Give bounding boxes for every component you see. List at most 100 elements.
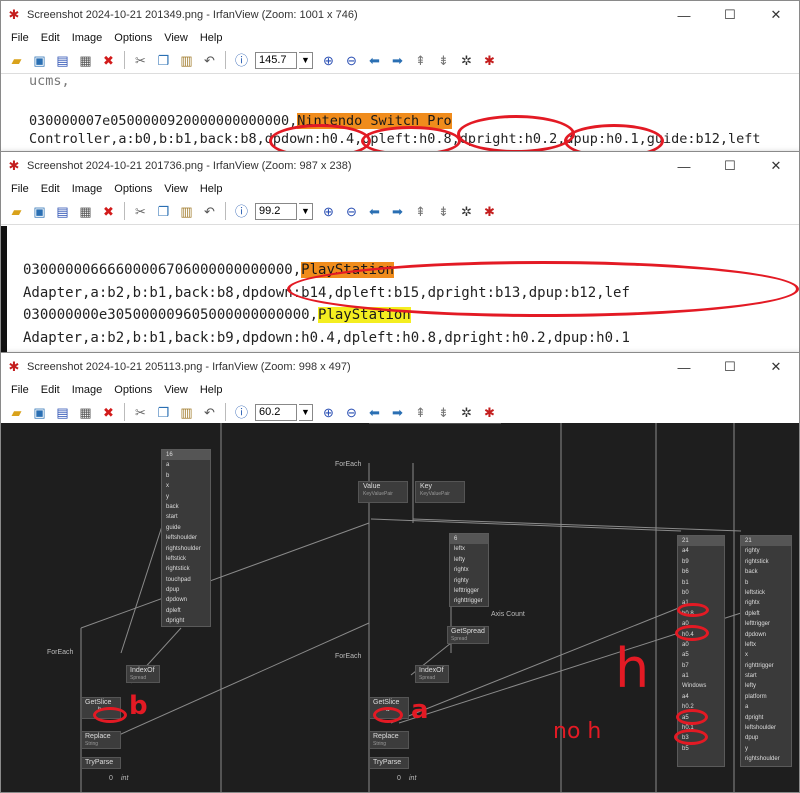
zoom-field[interactable]: 145.7 [255, 51, 297, 69]
menu-image[interactable]: Image [72, 183, 103, 195]
close-icon[interactable]: ✕ [753, 353, 799, 381]
next-icon[interactable]: ➡ [388, 51, 407, 70]
irfanview-window-1[interactable]: ✱ Screenshot 2024-10-21 201349.png - Irf… [0, 0, 800, 170]
irfanview-window-2[interactable]: ✱ Screenshot 2024-10-21 201736.png - Irf… [0, 151, 800, 361]
close-icon[interactable]: ✕ [753, 1, 799, 29]
print-icon[interactable]: ▦ [76, 202, 95, 221]
mapping-keys-list[interactable]: 21 righty rightstick back b leftstick ri… [740, 535, 792, 767]
undo-icon[interactable]: ↶ [200, 51, 219, 70]
save-icon[interactable]: ▤ [53, 51, 72, 70]
first-page-icon[interactable]: ⇞ [411, 202, 430, 221]
cut-icon[interactable]: ✂ [131, 51, 150, 70]
thumbnails-icon[interactable]: ▣ [30, 51, 49, 70]
maximize-icon[interactable]: ☐ [707, 152, 753, 180]
chevron-down-icon[interactable]: ▼ [299, 202, 313, 220]
menu-view[interactable]: View [164, 32, 188, 44]
menu-help[interactable]: Help [200, 384, 223, 396]
tryparse-node[interactable]: TryParse [369, 757, 409, 769]
menu-edit[interactable]: Edit [41, 183, 60, 195]
zoom-in-icon[interactable]: ⊕ [319, 51, 338, 70]
maximize-icon[interactable]: ☐ [707, 353, 753, 381]
menu-view[interactable]: View [164, 384, 188, 396]
menu-view[interactable]: View [164, 183, 188, 195]
copy-icon[interactable]: ❐ [154, 403, 173, 422]
first-page-icon[interactable]: ⇞ [411, 51, 430, 70]
delete-icon[interactable]: ✖ [99, 202, 118, 221]
menu-help[interactable]: Help [200, 32, 223, 44]
paste-icon[interactable]: ▥ [177, 51, 196, 70]
minimize-icon[interactable]: — [661, 353, 707, 381]
copy-icon[interactable]: ❐ [154, 202, 173, 221]
next-icon[interactable]: ➡ [388, 403, 407, 422]
menu-file[interactable]: File [11, 32, 29, 44]
zoom-out-icon[interactable]: ⊖ [342, 51, 361, 70]
save-icon[interactable]: ▤ [53, 403, 72, 422]
info-icon[interactable]: ⓘ [232, 403, 251, 422]
settings-icon[interactable]: ✲ [457, 51, 476, 70]
open-folder-icon[interactable]: ▰ [7, 202, 26, 221]
irfanview-logo-icon[interactable]: ✱ [480, 403, 499, 422]
zoom-out-icon[interactable]: ⊖ [342, 202, 361, 221]
open-folder-icon[interactable]: ▰ [7, 51, 26, 70]
chevron-down-icon[interactable]: ▼ [299, 403, 313, 421]
maximize-icon[interactable]: ☐ [707, 1, 753, 29]
key-node[interactable]: Key KeyValuePair [415, 481, 465, 503]
cut-icon[interactable]: ✂ [131, 202, 150, 221]
open-folder-icon[interactable]: ▰ [7, 403, 26, 422]
replace-node[interactable]: Replace String [81, 731, 121, 749]
paste-icon[interactable]: ▥ [177, 403, 196, 422]
info-icon[interactable]: ⓘ [232, 202, 251, 221]
previous-icon[interactable]: ⬅ [365, 403, 384, 422]
delete-icon[interactable]: ✖ [99, 51, 118, 70]
menu-file[interactable]: File [11, 384, 29, 396]
indexof-node[interactable]: IndexOf Spread [415, 665, 449, 683]
tryparse-node[interactable]: TryParse [81, 757, 121, 769]
previous-icon[interactable]: ⬅ [365, 202, 384, 221]
close-icon[interactable]: ✕ [753, 152, 799, 180]
axis-names-list[interactable]: 6 leftx lefty rightx righty lefttrigger … [449, 533, 489, 607]
irfanview-window-3[interactable]: ✱ Screenshot 2024-10-21 205113.png - Irf… [0, 352, 800, 793]
print-icon[interactable]: ▦ [76, 51, 95, 70]
menu-options[interactable]: Options [114, 183, 152, 195]
last-page-icon[interactable]: ⇟ [434, 51, 453, 70]
last-page-icon[interactable]: ⇟ [434, 403, 453, 422]
irfanview-logo-icon[interactable]: ✱ [480, 51, 499, 70]
indexof-node[interactable]: IndexOf Spread [126, 665, 160, 683]
previous-icon[interactable]: ⬅ [365, 51, 384, 70]
thumbnails-icon[interactable]: ▣ [30, 202, 49, 221]
cut-icon[interactable]: ✂ [131, 403, 150, 422]
copy-icon[interactable]: ❐ [154, 51, 173, 70]
info-icon[interactable]: ⓘ [232, 51, 251, 70]
print-icon[interactable]: ▦ [76, 403, 95, 422]
zoom-in-icon[interactable]: ⊕ [319, 403, 338, 422]
replace-node[interactable]: Replace String [369, 731, 409, 749]
minimize-icon[interactable]: — [661, 1, 707, 29]
minimize-icon[interactable]: — [661, 152, 707, 180]
menu-image[interactable]: Image [72, 384, 103, 396]
last-page-icon[interactable]: ⇟ [434, 202, 453, 221]
paste-icon[interactable]: ▥ [177, 202, 196, 221]
menu-edit[interactable]: Edit [41, 32, 60, 44]
delete-icon[interactable]: ✖ [99, 403, 118, 422]
save-icon[interactable]: ▤ [53, 202, 72, 221]
next-icon[interactable]: ➡ [388, 202, 407, 221]
zoom-field[interactable]: 60.2 [255, 403, 297, 421]
menu-edit[interactable]: Edit [41, 384, 60, 396]
menu-help[interactable]: Help [200, 183, 223, 195]
getspread-node[interactable]: GetSpread Spread [447, 626, 489, 644]
menu-file[interactable]: File [11, 183, 29, 195]
irfanview-logo-icon[interactable]: ✱ [480, 202, 499, 221]
first-page-icon[interactable]: ⇞ [411, 403, 430, 422]
value-node[interactable]: Value KeyValuePair [358, 481, 408, 503]
zoom-in-icon[interactable]: ⊕ [319, 202, 338, 221]
menu-options[interactable]: Options [114, 32, 152, 44]
chevron-down-icon[interactable]: ▼ [299, 51, 313, 69]
settings-icon[interactable]: ✲ [457, 202, 476, 221]
menu-options[interactable]: Options [114, 384, 152, 396]
zoom-field[interactable]: 99.2 [255, 202, 297, 220]
settings-icon[interactable]: ✲ [457, 403, 476, 422]
zoom-out-icon[interactable]: ⊖ [342, 403, 361, 422]
thumbnails-icon[interactable]: ▣ [30, 403, 49, 422]
undo-icon[interactable]: ↶ [200, 403, 219, 422]
button-names-list[interactable]: 16 a b x y back start guide leftshoulder… [161, 449, 211, 627]
